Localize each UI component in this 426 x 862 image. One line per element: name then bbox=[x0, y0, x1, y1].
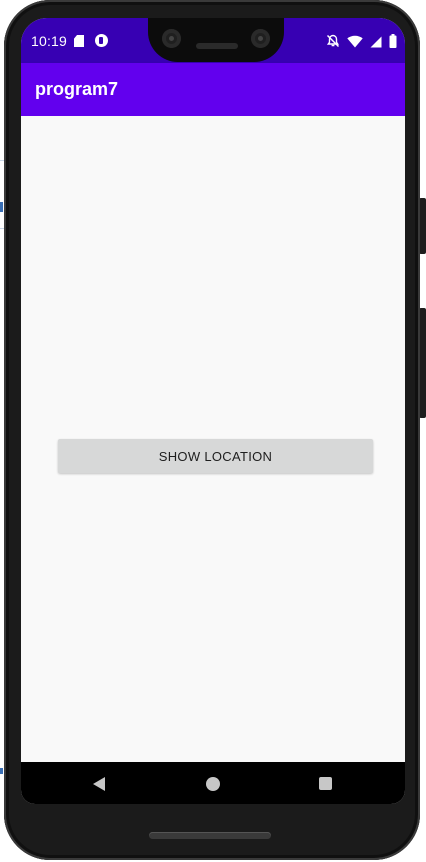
device-screen: 10:19 program7 SHOW LOCATION bbox=[21, 18, 405, 804]
back-icon[interactable] bbox=[93, 777, 105, 791]
main-content: SHOW LOCATION bbox=[21, 116, 405, 762]
volume-rocker[interactable] bbox=[419, 308, 426, 418]
notification-circle-icon bbox=[95, 34, 108, 47]
status-bar: 10:19 bbox=[21, 18, 405, 63]
app-bar: program7 bbox=[21, 63, 405, 116]
camera-notch bbox=[148, 18, 284, 62]
notifications-off-icon bbox=[326, 34, 340, 48]
show-location-button[interactable]: SHOW LOCATION bbox=[58, 439, 373, 473]
navigation-bar bbox=[21, 762, 405, 804]
status-icons bbox=[326, 33, 397, 49]
front-camera-right bbox=[251, 29, 270, 48]
sd-card-icon bbox=[74, 35, 84, 47]
app-title: program7 bbox=[35, 79, 119, 99]
emulator-window: 10:19 program7 SHOW LOCATION bbox=[0, 0, 426, 862]
bottom-speaker-grille bbox=[149, 832, 271, 839]
signal-icon bbox=[370, 36, 382, 47]
background-mark bbox=[0, 768, 3, 774]
recents-icon[interactable] bbox=[319, 777, 332, 790]
home-icon[interactable] bbox=[206, 777, 220, 791]
earpiece-speaker bbox=[196, 43, 238, 49]
battery-icon bbox=[389, 34, 397, 48]
wifi-icon bbox=[347, 35, 363, 47]
front-camera-left bbox=[162, 29, 181, 48]
power-button[interactable] bbox=[419, 198, 426, 254]
background-mark bbox=[0, 202, 3, 212]
status-time: 10:19 bbox=[31, 33, 68, 49]
phone-frame: 10:19 program7 SHOW LOCATION bbox=[4, 0, 420, 860]
